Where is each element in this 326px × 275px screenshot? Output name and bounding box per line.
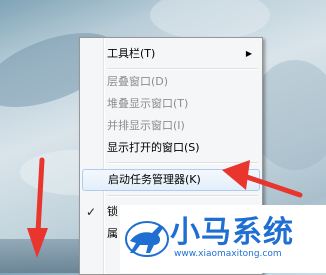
menu-item-show-open-windows[interactable]: 显示打开的窗口(S) — [82, 138, 260, 158]
menu-item-stack-windows[interactable]: 堆叠显示窗口(T) — [82, 94, 260, 114]
menu-item-label: 显示打开的窗口(S) — [107, 141, 200, 154]
menu-item-label: 锁 — [107, 205, 118, 218]
menu-item-label: 启动任务管理器(K) — [108, 173, 201, 186]
menu-item-cascade-windows[interactable]: 层叠窗口(D) — [82, 72, 260, 92]
menu-separator — [107, 68, 258, 70]
running-horse-icon — [125, 221, 169, 257]
menu-item-start-task-manager[interactable]: 启动任务管理器(K) — [82, 169, 260, 191]
menu-item-label: 工具栏(T) — [107, 47, 156, 60]
submenu-arrow-icon: ▶ — [245, 49, 252, 58]
watermark-url: www.xiaomaxitong.com — [174, 249, 282, 259]
checkmark-icon: ✓ — [86, 205, 97, 219]
menu-item-side-by-side[interactable]: 并排显示窗口(I) — [82, 116, 260, 136]
menu-item-label: 层叠窗口(D) — [107, 75, 169, 88]
menu-item-label: 属 — [107, 227, 118, 240]
menu-item-label: 堆叠显示窗口(T) — [107, 97, 189, 110]
watermark-title: 小马系统 — [170, 215, 294, 250]
menu-separator — [107, 162, 258, 164]
menu-item-toolbars[interactable]: 工具栏(T) ▶ — [82, 44, 260, 64]
watermark: 小马系统 www.xiaomaxitong.com — [120, 205, 326, 273]
menu-item-label: 并排显示窗口(I) — [107, 119, 185, 132]
menu-separator — [107, 195, 258, 197]
